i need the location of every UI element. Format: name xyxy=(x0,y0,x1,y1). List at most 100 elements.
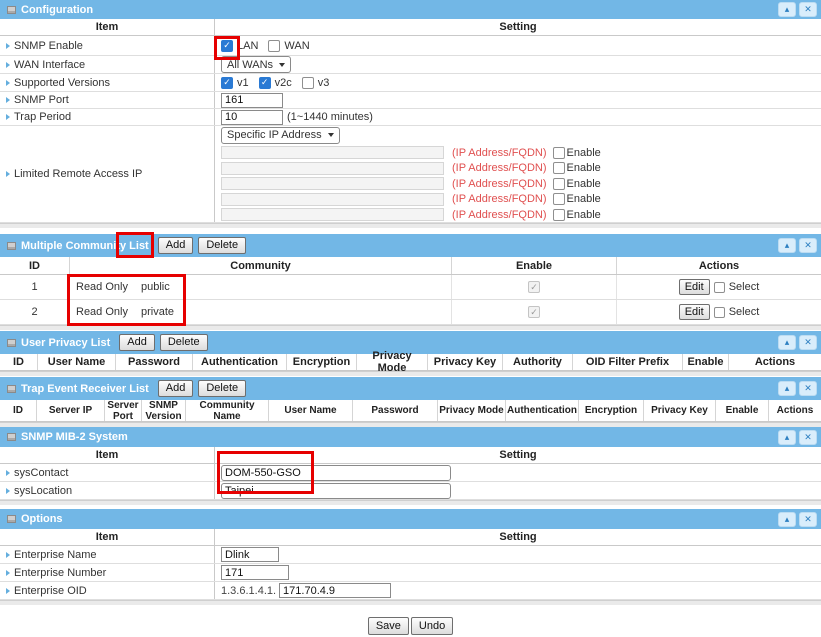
config-row-wan-interface: WAN Interface All WANs xyxy=(0,56,821,74)
close-icon[interactable]: ✕ xyxy=(799,2,817,17)
community-delete-button[interactable]: Delete xyxy=(198,237,246,254)
window-icon xyxy=(7,339,16,347)
col-id: ID xyxy=(0,257,70,274)
syscontact-label: sysContact xyxy=(14,467,68,479)
section-title: SNMP MIB-2 System xyxy=(21,431,128,443)
trap-delete-button[interactable]: Delete xyxy=(198,380,246,397)
config-row-snmp-port: SNMP Port xyxy=(0,92,821,109)
community-edit-button[interactable]: Edit xyxy=(679,279,710,295)
syscontact-input[interactable] xyxy=(221,465,451,481)
undo-button[interactable]: Undo xyxy=(411,617,453,635)
setting-column-header: Setting xyxy=(215,447,821,463)
privacy-add-button[interactable]: Add xyxy=(119,334,155,351)
trap-period-label: Trap Period xyxy=(14,111,71,123)
v3-label: v3 xyxy=(318,77,330,89)
v3-checkbox[interactable] xyxy=(302,77,314,89)
wan-interface-select[interactable]: All WANs xyxy=(221,56,291,73)
remote-ip-enable-checkbox-3[interactable] xyxy=(553,178,565,190)
col-password: Password xyxy=(116,354,193,370)
community-select-checkbox[interactable] xyxy=(714,282,725,293)
trap-period-input[interactable] xyxy=(221,110,283,125)
collapse-icon[interactable]: ▴ xyxy=(778,512,796,527)
item-setting-header: Item Setting xyxy=(0,529,821,546)
close-icon[interactable]: ✕ xyxy=(799,381,817,396)
community-add-button[interactable]: Add xyxy=(158,237,194,254)
remote-ip-enable-checkbox-2[interactable] xyxy=(553,162,565,174)
close-icon[interactable]: ✕ xyxy=(799,430,817,445)
setting-column-header: Setting xyxy=(215,529,821,545)
save-button[interactable]: Save xyxy=(368,617,409,635)
remote-access-mode-select[interactable]: Specific IP Address xyxy=(221,127,340,144)
wan-checkbox[interactable] xyxy=(268,40,280,52)
trap-add-button[interactable]: Add xyxy=(158,380,194,397)
col-enable: Enable xyxy=(683,354,729,370)
remote-ip-input-4[interactable] xyxy=(221,193,444,206)
section-title: User Privacy List xyxy=(21,337,110,349)
enterprise-name-label: Enterprise Name xyxy=(14,549,97,561)
v1-label: v1 xyxy=(237,77,249,89)
wan-interface-selected-value: All WANs xyxy=(227,59,273,71)
col-authority: Authority xyxy=(503,354,573,370)
panel-footer xyxy=(0,325,821,330)
syslocation-input[interactable] xyxy=(221,483,451,499)
remote-ip-enable-checkbox-5[interactable] xyxy=(553,209,565,221)
remote-ip-input-5[interactable] xyxy=(221,208,444,221)
col-privacy-mode: Privacy Mode xyxy=(357,354,428,370)
remote-ip-input-3[interactable] xyxy=(221,177,444,190)
section-title: Options xyxy=(21,513,63,525)
collapse-icon[interactable]: ▴ xyxy=(778,238,796,253)
community-select-checkbox[interactable] xyxy=(714,307,725,318)
close-icon[interactable]: ✕ xyxy=(799,335,817,350)
panel-footer xyxy=(0,223,821,228)
window-icon xyxy=(7,6,16,14)
col-server-ip: Server IP xyxy=(37,400,105,421)
remote-ip-enable-checkbox-4[interactable] xyxy=(553,193,565,205)
lan-checkbox[interactable] xyxy=(221,40,233,52)
config-row-supported-versions: Supported Versions v1 v2c v3 xyxy=(0,74,821,92)
community-edit-button[interactable]: Edit xyxy=(679,304,710,320)
panel-footer xyxy=(0,500,821,505)
privacy-delete-button[interactable]: Delete xyxy=(160,334,208,351)
item-arrow-icon xyxy=(6,171,10,177)
chevron-down-icon xyxy=(328,133,334,137)
enable-label: Enable xyxy=(567,178,601,190)
col-user-name: User Name xyxy=(269,400,353,421)
item-column-header: Item xyxy=(0,447,215,463)
enterprise-oid-input[interactable] xyxy=(279,583,391,598)
collapse-icon[interactable]: ▴ xyxy=(778,430,796,445)
section-title: Multiple Community List xyxy=(21,240,149,252)
collapse-icon[interactable]: ▴ xyxy=(778,2,796,17)
trap-receiver-section: Trap Event Receiver List Add Delete ▴ ✕ … xyxy=(0,377,821,427)
close-icon[interactable]: ✕ xyxy=(799,512,817,527)
syslocation-label: sysLocation xyxy=(14,485,72,497)
remote-ip-enable-checkbox-1[interactable] xyxy=(553,147,565,159)
window-icon xyxy=(7,385,16,393)
community-row-2: 2 Read Only private Edit Select xyxy=(0,300,821,325)
v1-checkbox[interactable] xyxy=(221,77,233,89)
snmp-port-input[interactable] xyxy=(221,93,283,108)
enterprise-name-input[interactable] xyxy=(221,547,279,562)
col-user-name: User Name xyxy=(38,354,116,370)
col-actions: Actions xyxy=(617,257,821,274)
chevron-down-icon xyxy=(279,63,285,67)
window-icon xyxy=(7,433,16,441)
ip-fqdn-hint: (IP Address/FQDN) xyxy=(452,193,547,205)
close-icon[interactable]: ✕ xyxy=(799,238,817,253)
remote-ip-input-2[interactable] xyxy=(221,162,444,175)
remote-ip-input-1[interactable] xyxy=(221,146,444,159)
remote-ip-entry: (IP Address/FQDN) Enable xyxy=(215,160,821,176)
collapse-icon[interactable]: ▴ xyxy=(778,381,796,396)
item-arrow-icon xyxy=(6,43,10,49)
trap-receiver-header: Trap Event Receiver List Add Delete ▴ ✕ xyxy=(0,377,821,400)
col-privacy-key: Privacy Key xyxy=(644,400,716,421)
item-setting-header: Item Setting xyxy=(0,19,821,36)
remote-ip-entry: (IP Address/FQDN) Enable xyxy=(215,207,821,223)
window-icon xyxy=(7,242,16,250)
v2c-checkbox[interactable] xyxy=(259,77,271,89)
enterprise-number-input[interactable] xyxy=(221,565,289,580)
collapse-icon[interactable]: ▴ xyxy=(778,335,796,350)
col-privacy-mode: Privacy Mode xyxy=(438,400,506,421)
v2c-label: v2c xyxy=(275,77,292,89)
community-name: private xyxy=(141,306,174,318)
item-arrow-icon xyxy=(6,552,10,558)
